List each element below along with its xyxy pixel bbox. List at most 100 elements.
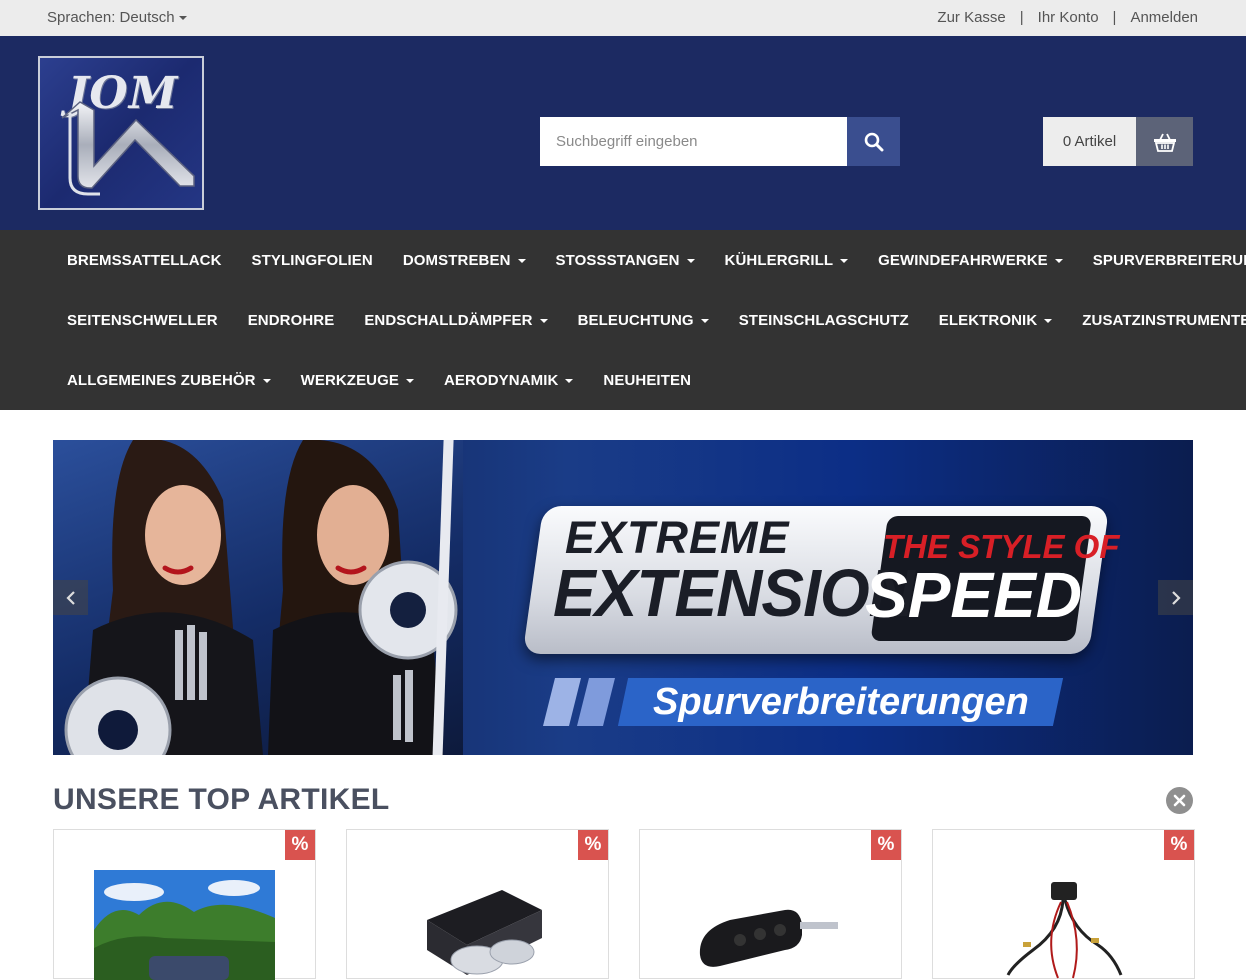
caret-down-icon — [565, 378, 574, 383]
nav-item-bremssattellack[interactable]: BREMSSATTELLACK — [52, 252, 237, 269]
caret-down-icon — [686, 258, 695, 263]
discount-badge: % — [871, 830, 901, 860]
slider-prev-button[interactable] — [53, 580, 88, 615]
wiring-harness-image — [1006, 882, 1123, 979]
chevron-left-icon — [65, 590, 75, 605]
product-card[interactable]: % — [932, 829, 1195, 979]
car-photo-image — [94, 870, 275, 980]
top-products: % % % % — [53, 829, 1195, 980]
nav-row: SEITENSCHWELLER ENDROHRE ENDSCHALLDÄMPFE… — [52, 290, 1246, 350]
nav-label: STEINSCHLAGSCHUTZ — [738, 311, 909, 329]
hero-slider[interactable]: EXTREME EXTENSION THE STYLE OF SPEED Spu… — [53, 440, 1193, 755]
language-selector[interactable]: Sprachen: Deutsch — [47, 9, 187, 26]
nav-item-elektronik[interactable]: ELEKTRONIK — [924, 312, 1068, 329]
nav-item-beleuchtung[interactable]: BELEUCHTUNG — [563, 312, 724, 329]
nav-label: WERKZEUGE — [300, 371, 399, 389]
banner-photo — [53, 440, 463, 755]
nav-label: STYLINGFOLIEN — [251, 251, 373, 269]
stripes-decoration — [543, 678, 615, 726]
search-input[interactable] — [540, 117, 847, 166]
nav-row: BREMSSATTELLACK STYLINGFOLIEN DOMSTREBEN… — [52, 230, 1246, 290]
wheel-spacers-image — [427, 890, 542, 975]
nav-label: BELEUCHTUNG — [577, 311, 694, 329]
product-image — [1003, 880, 1123, 980]
language-label: Sprachen: Deutsch — [47, 9, 175, 26]
car-key-image — [699, 909, 838, 967]
nav-label: NEUHEITEN — [603, 371, 691, 389]
search-form — [540, 117, 900, 166]
product-card[interactable]: % — [639, 829, 902, 979]
nav-label: ELEKTRONIK — [938, 311, 1038, 329]
chevron-right-icon — [1171, 590, 1181, 605]
nav-label: AERODYNAMIK — [443, 371, 559, 389]
nav-label: DOMSTREBEN — [402, 251, 511, 269]
login-link[interactable]: Anmelden — [1130, 9, 1198, 26]
caret-down-icon — [262, 378, 271, 383]
account-links: Zur Kasse | Ihr Konto | Anmelden — [937, 9, 1198, 26]
nav-item-endschalldaempfer[interactable]: ENDSCHALLDÄMPFER — [349, 312, 562, 329]
nav-label: ALLGEMEINES ZUBEHÖR — [67, 371, 256, 389]
nav-item-kuehlergrill[interactable]: KÜHLERGRILL — [710, 252, 864, 269]
cart-count[interactable]: 0 Artikel — [1043, 117, 1136, 166]
banner-subtitle: Spurverbreiterungen — [653, 681, 1029, 723]
nav-label: GEWINDEFAHRWERKE — [878, 251, 1048, 269]
nav-item-aerodynamik[interactable]: AERODYNAMIK — [429, 372, 588, 389]
banner-line-4: SPEED — [865, 559, 1082, 631]
search-button[interactable] — [847, 117, 900, 166]
models-with-spacers-image — [64, 440, 458, 755]
nav-item-seitenschweller[interactable]: SEITENSCHWELLER — [52, 312, 233, 329]
caret-down-icon — [517, 258, 526, 263]
nav-label: SEITENSCHWELLER — [67, 311, 218, 329]
nav-label: BREMSSATTELLACK — [67, 251, 222, 269]
nav-label: ENDROHRE — [247, 311, 335, 329]
main-navigation: BREMSSATTELLACK STYLINGFOLIEN DOMSTREBEN… — [0, 230, 1246, 410]
product-card[interactable]: % — [53, 829, 316, 980]
product-image — [407, 880, 547, 980]
nav-item-steinschlagschutz[interactable]: STEINSCHLAGSCHUTZ — [724, 312, 924, 329]
caret-down-icon — [1054, 258, 1063, 263]
nav-item-werkzeuge[interactable]: WERKZEUGE — [286, 372, 429, 389]
logo-emblem-icon — [61, 101, 195, 196]
nav-label: SPURVERBREITERUNG — [1092, 251, 1246, 269]
site-header: JOM 0 Artikel — [0, 36, 1246, 230]
nav-item-allgemeines-zubehoer[interactable]: ALLGEMEINES ZUBEHÖR — [52, 372, 286, 389]
checkout-link[interactable]: Zur Kasse — [937, 9, 1005, 26]
caret-down-icon — [1044, 318, 1053, 323]
nav-item-neuheiten[interactable]: NEUHEITEN — [588, 372, 706, 389]
nav-item-stylingfolien[interactable]: STYLINGFOLIEN — [237, 252, 388, 269]
discount-badge: % — [1164, 830, 1194, 860]
nav-item-stossstangen[interactable]: STOSSSTANGEN — [541, 252, 710, 269]
nav-label: STOSSSTANGEN — [555, 251, 680, 269]
section-close-button[interactable] — [1166, 787, 1193, 814]
close-icon — [1173, 794, 1186, 807]
discount-badge: % — [285, 830, 315, 860]
cart-button[interactable] — [1136, 117, 1193, 166]
product-card[interactable]: % — [346, 829, 609, 979]
brand-logo[interactable]: JOM — [38, 56, 204, 210]
nav-item-zusatzinstrumente[interactable]: ZUSATZINSTRUMENTE — [1067, 312, 1246, 329]
nav-item-gewindefahrwerke[interactable]: GEWINDEFAHRWERKE — [863, 252, 1078, 269]
caret-down-icon — [840, 258, 849, 263]
nav-label: ZUSATZINSTRUMENTE — [1082, 311, 1246, 329]
link-separator: | — [1019, 9, 1024, 26]
nav-label: KÜHLERGRILL — [724, 251, 834, 269]
section-title: UNSERE TOP ARTIKEL — [53, 783, 390, 816]
banner-line-2: EXTENSION — [553, 555, 915, 631]
product-image — [94, 870, 275, 980]
nav-item-domstreben[interactable]: DOMSTREBEN — [388, 252, 541, 269]
nav-item-spurverbreiterung[interactable]: SPURVERBREITERUNG — [1078, 252, 1246, 269]
product-image — [690, 900, 840, 980]
nav-item-endrohre[interactable]: ENDROHRE — [233, 312, 350, 329]
search-icon — [864, 132, 883, 151]
account-link[interactable]: Ihr Konto — [1038, 9, 1099, 26]
link-separator: | — [1112, 9, 1117, 26]
caret-down-icon — [700, 318, 709, 323]
caret-down-icon — [405, 378, 414, 383]
discount-badge: % — [578, 830, 608, 860]
cart-widget: 0 Artikel — [1043, 117, 1193, 166]
nav-label: ENDSCHALLDÄMPFER — [364, 311, 533, 329]
slider-next-button[interactable] — [1158, 580, 1193, 615]
top-bar: Sprachen: Deutsch Zur Kasse | Ihr Konto … — [0, 0, 1246, 36]
caret-down-icon — [539, 318, 548, 323]
caret-down-icon — [178, 16, 187, 21]
